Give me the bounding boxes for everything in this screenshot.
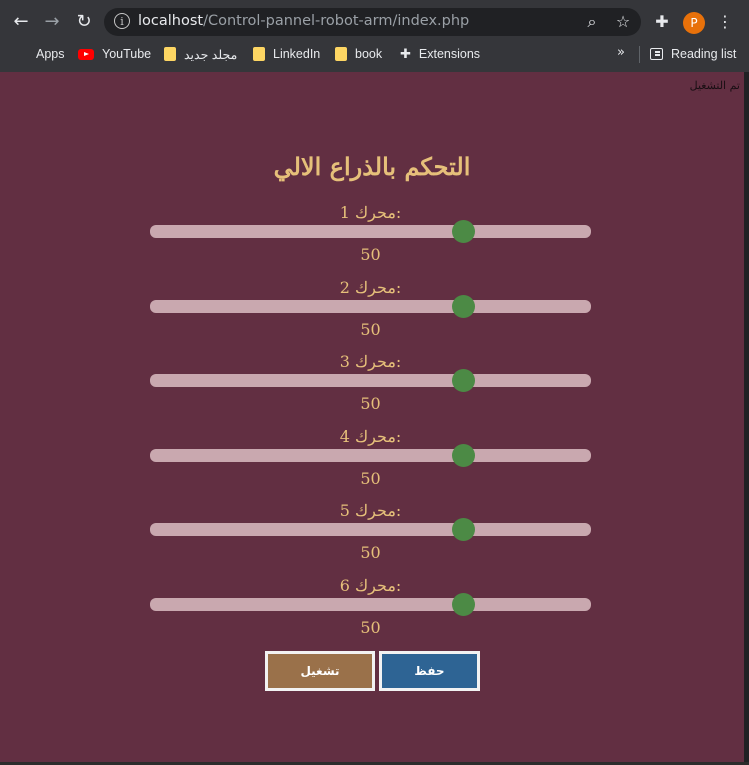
back-icon[interactable]: ← <box>9 10 33 34</box>
bookmark-book[interactable]: book <box>335 42 382 66</box>
bookmark-youtube[interactable]: YouTube <box>78 42 151 66</box>
motor-slider-track[interactable] <box>150 448 591 462</box>
motor-label: محرك 4: <box>339 426 402 446</box>
extensions-puzzle-icon[interactable]: ✚ <box>650 10 674 34</box>
youtube-icon <box>78 48 94 60</box>
bookmark-star-icon[interactable]: ☆ <box>611 10 635 34</box>
reading-list-button[interactable]: Reading list <box>650 42 736 66</box>
motor-slider-track[interactable] <box>150 374 591 388</box>
menu-kebab-icon[interactable]: ⋮ <box>713 10 737 34</box>
motor-value: 50 <box>360 394 381 414</box>
motor-slider-thumb[interactable] <box>451 294 475 318</box>
folder-icon <box>335 47 347 61</box>
motor-label: محرك 3: <box>339 352 402 372</box>
motor-slider-thumb[interactable] <box>451 518 475 542</box>
zoom-icon[interactable]: ⌕ <box>580 10 604 34</box>
apps-grid-icon <box>15 48 28 61</box>
save-button[interactable]: حفظ <box>379 651 480 691</box>
motor-slider-track[interactable] <box>150 598 591 611</box>
address-bar[interactable]: i localhost/Control-pannel-robot-arm/ind… <box>104 8 641 36</box>
bookmarks-overflow-button[interactable]: » <box>617 42 625 66</box>
page-scrollbar-area <box>744 72 749 765</box>
motor-slider-track[interactable] <box>150 299 591 313</box>
reading-list-icon <box>650 48 663 60</box>
motor-label: محرك 6: <box>339 576 402 595</box>
bookmark-apps[interactable]: Apps <box>15 42 65 66</box>
motor-slider-track[interactable] <box>150 523 591 537</box>
motor-slider-thumb[interactable] <box>451 369 475 393</box>
url-text[interactable]: localhost/Control-pannel-robot-arm/index… <box>138 13 469 29</box>
bookmarks-divider <box>639 46 640 63</box>
motor-slider-thumb[interactable] <box>451 220 475 243</box>
page-content: تم التشغيل التحكم بالذراع الالي محرك 1: 5… <box>0 72 744 765</box>
status-message: تم التشغيل <box>689 79 740 92</box>
bookmarks-bar: Apps YouTube مجلد جديد LinkedIn book ✚ E… <box>0 42 749 66</box>
motor-label: محرك 1: <box>339 203 402 222</box>
reload-icon[interactable]: ↻ <box>72 10 96 34</box>
page-title: التحكم بالذراع الالي <box>273 152 471 181</box>
motor-value: 50 <box>360 319 381 339</box>
motor-value: 50 <box>360 618 381 637</box>
motor-label: محرك 5: <box>339 501 402 521</box>
motor-value: 50 <box>360 468 381 488</box>
motor-slider-thumb[interactable] <box>451 443 475 467</box>
motor-value: 50 <box>360 245 381 264</box>
motor-label: محرك 2: <box>339 277 402 297</box>
profile-avatar[interactable]: P <box>683 12 705 34</box>
site-info-icon[interactable]: i <box>114 13 130 29</box>
browser-toolbar: ← → ↻ i localhost/Control-pannel-robot-a… <box>0 0 749 72</box>
motor-value: 50 <box>360 543 381 563</box>
motor-slider-track[interactable] <box>150 225 591 238</box>
bookmark-new-folder[interactable]: مجلد جديد <box>164 42 237 66</box>
folder-icon <box>253 47 265 61</box>
run-button[interactable]: تشغيل <box>265 651 375 691</box>
bookmark-linkedin[interactable]: LinkedIn <box>253 42 320 66</box>
puzzle-icon: ✚ <box>400 46 411 61</box>
forward-icon[interactable]: → <box>40 10 64 34</box>
bookmark-extensions[interactable]: ✚ Extensions <box>400 42 480 66</box>
motor-slider-thumb[interactable] <box>451 593 475 616</box>
folder-icon <box>164 47 176 61</box>
